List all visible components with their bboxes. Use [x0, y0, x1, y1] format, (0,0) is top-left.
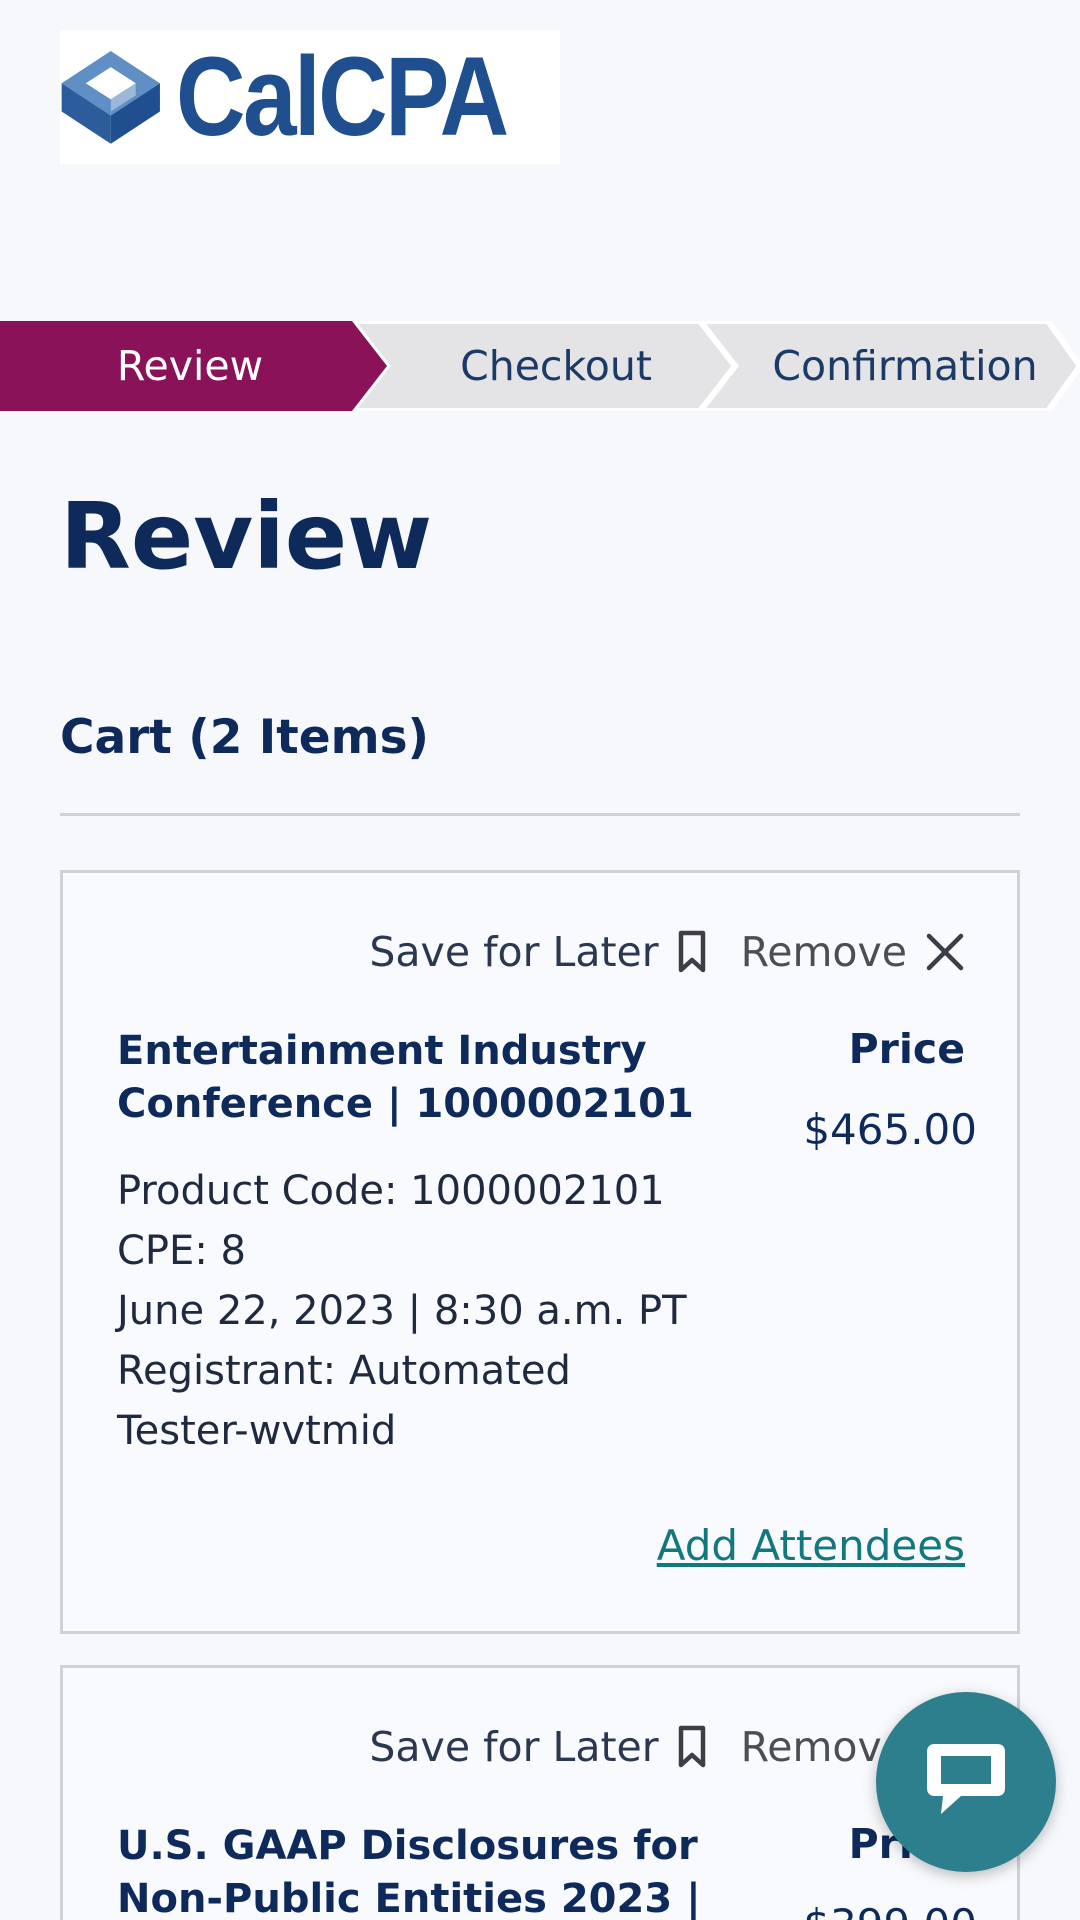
cart-item: Save for Later Remove Entertainment Indu…: [60, 870, 1020, 1634]
product-title-line: Conference | 1000002101: [117, 1081, 694, 1128]
save-for-later-label: Save for Later: [369, 1723, 659, 1771]
price-value: $399.00: [803, 1900, 977, 1920]
price-value: $465.00: [803, 1105, 977, 1154]
save-for-later-button[interactable]: Save for Later: [369, 928, 706, 976]
calcpa-logo[interactable]: CalCPA: [60, 30, 560, 164]
bookmark-icon: [677, 1725, 707, 1769]
checkout-progress: Review Checkout Confirmation: [0, 321, 1080, 411]
cart-heading: Cart (2 Items): [60, 710, 430, 765]
registrant-line: Tester-wvtmid: [117, 1408, 397, 1454]
divider: [60, 813, 1020, 816]
chat-bubble-icon: [921, 1738, 1011, 1826]
registrant-line: Registrant: Automated: [117, 1348, 571, 1394]
step-review: Review: [116, 342, 264, 390]
product-title[interactable]: U.S. GAAP Disclosures for Non-Public Ent…: [117, 1820, 717, 1920]
calcpa-cube-icon: [61, 51, 160, 144]
product-title-line: Non-Public Entities 2023 |: [117, 1876, 701, 1920]
remove-label: Remove: [740, 928, 907, 976]
product-code: Product Code: 1000002101: [117, 1168, 665, 1214]
chat-button[interactable]: [876, 1692, 1056, 1872]
product-title[interactable]: Entertainment Industry Conference | 1000…: [117, 1025, 717, 1131]
save-for-later-label: Save for Later: [369, 928, 659, 976]
product-details: Product Code: 1000002101 CPE: 8 June 22,…: [117, 1161, 687, 1461]
remove-button[interactable]: Remove: [741, 928, 965, 976]
item-actions: Save for Later Remove: [369, 1723, 965, 1771]
product-title-line: Entertainment Industry: [117, 1028, 647, 1074]
save-for-later-button[interactable]: Save for Later: [369, 1723, 706, 1771]
add-attendees-link[interactable]: Add Attendees: [657, 1521, 965, 1570]
cpe-credits: CPE: 8: [117, 1228, 246, 1274]
step-checkout: Checkout: [460, 342, 652, 390]
product-title-line: U.S. GAAP Disclosures for: [117, 1823, 698, 1869]
close-icon: [925, 932, 965, 972]
brand-name: CalCPA: [175, 34, 509, 159]
price-label: Price: [848, 1025, 965, 1073]
event-date: June 22, 2023 | 8:30 a.m. PT: [117, 1288, 687, 1334]
bookmark-icon: [677, 930, 707, 974]
item-actions: Save for Later Remove: [369, 928, 965, 976]
step-confirmation: Confirmation: [772, 342, 1038, 390]
page-title: Review: [60, 483, 433, 590]
